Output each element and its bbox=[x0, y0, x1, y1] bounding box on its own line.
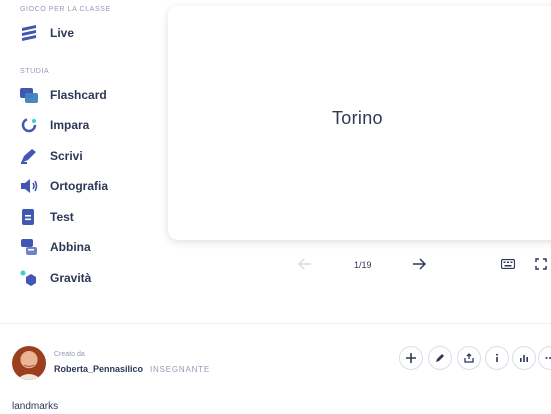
learn-icon bbox=[20, 116, 38, 134]
mode-spell[interactable]: Ortografia bbox=[20, 175, 108, 197]
spell-icon bbox=[20, 177, 38, 195]
mode-learn[interactable]: Impara bbox=[20, 114, 89, 136]
creator-caption: Creato da bbox=[54, 351, 85, 358]
mode-flashcards-label: Flashcard bbox=[50, 88, 107, 102]
add-to-folder-button[interactable] bbox=[399, 346, 423, 370]
mode-match[interactable]: Abbina bbox=[20, 236, 91, 258]
mode-spell-label: Ortografia bbox=[50, 179, 109, 193]
flashcards-icon bbox=[20, 86, 38, 104]
mode-write-label: Scrivi bbox=[50, 149, 83, 163]
arrow-left-icon bbox=[298, 258, 311, 270]
set-description: landmarks bbox=[12, 401, 59, 412]
mode-live[interactable]: Live bbox=[20, 22, 74, 44]
creator-role-badge: INSEGNANTE bbox=[150, 365, 211, 374]
fullscreen-button[interactable] bbox=[534, 257, 548, 271]
share-button[interactable] bbox=[457, 346, 481, 370]
card-counter: 1/19 bbox=[354, 260, 372, 270]
pencil-icon bbox=[436, 354, 444, 362]
gravity-icon bbox=[20, 269, 38, 287]
mode-test-label: Test bbox=[50, 210, 74, 224]
mode-gravity-label: Gravità bbox=[50, 271, 92, 285]
more-options-button[interactable] bbox=[538, 346, 551, 370]
mode-match-label: Abbina bbox=[50, 240, 91, 254]
mode-learn-label: Impara bbox=[50, 118, 90, 132]
next-card-button[interactable] bbox=[410, 256, 428, 272]
arrow-right-icon bbox=[413, 258, 426, 270]
section-divider bbox=[0, 323, 551, 324]
flashcard[interactable]: Torino bbox=[168, 6, 551, 240]
edit-button[interactable] bbox=[428, 346, 452, 370]
statistics-button[interactable] bbox=[512, 346, 536, 370]
mode-flashcards[interactable]: Flashcard bbox=[20, 84, 107, 106]
section-label-classroom: GIOCO PER LA CLASSE bbox=[20, 6, 111, 13]
write-icon bbox=[20, 147, 38, 165]
keyboard-icon bbox=[501, 259, 515, 269]
mode-write[interactable]: Scrivi bbox=[20, 145, 83, 167]
avatar[interactable] bbox=[12, 346, 46, 380]
mode-test[interactable]: Test bbox=[20, 206, 74, 228]
live-icon bbox=[20, 24, 38, 42]
creator-name-link[interactable]: Roberta_Pennasilico bbox=[54, 364, 143, 374]
previous-card-button[interactable] bbox=[296, 256, 314, 272]
share-icon bbox=[464, 353, 474, 363]
bar-chart-icon bbox=[520, 355, 528, 362]
info-button[interactable] bbox=[485, 346, 509, 370]
test-icon bbox=[20, 208, 38, 226]
mode-live-label: Live bbox=[50, 26, 75, 40]
mode-gravity[interactable]: Gravità bbox=[20, 267, 91, 289]
more-icon bbox=[545, 357, 551, 359]
plus-icon bbox=[406, 353, 416, 363]
fullscreen-icon bbox=[535, 258, 547, 270]
section-label-study: STUDIA bbox=[20, 68, 50, 75]
keyboard-shortcuts-button[interactable] bbox=[500, 257, 516, 271]
match-icon bbox=[20, 238, 38, 256]
flashcard-term: Torino bbox=[332, 108, 383, 128]
info-icon bbox=[496, 353, 498, 362]
